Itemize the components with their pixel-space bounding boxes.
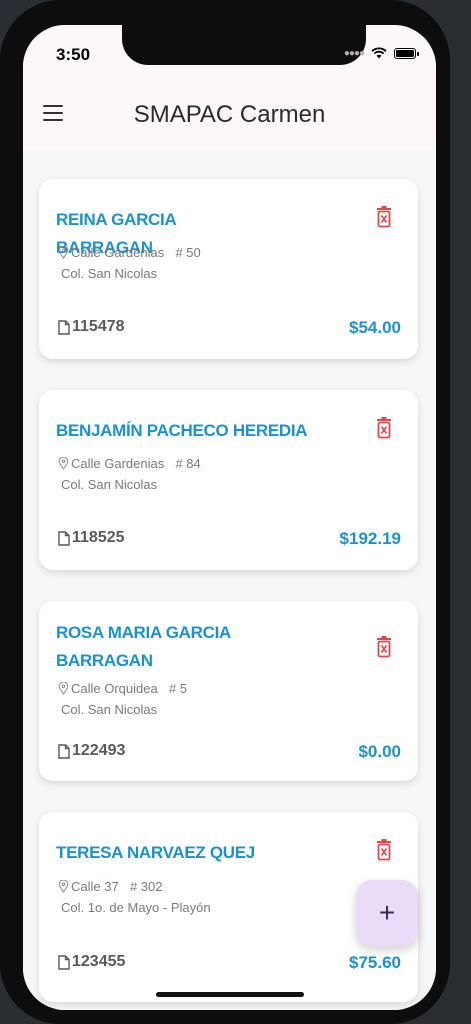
app-title: SMAPAC Carmen [133, 101, 326, 128]
street-number: # 84 [175, 456, 201, 471]
street: Calle Orquidea [71, 681, 158, 696]
street: Calle 37 [71, 879, 119, 894]
location-pin-icon [58, 457, 69, 470]
document-icon [58, 319, 70, 335]
account-number-text: 115478 [72, 318, 125, 335]
street-number: # 302 [129, 879, 163, 894]
account-number: 123455 [58, 953, 125, 971]
trash-icon[interactable] [376, 636, 392, 658]
account-number: 122493 [58, 742, 125, 760]
street: Calle Gardenias [71, 456, 165, 471]
location-pin-icon [58, 682, 69, 695]
colonia: Col. San Nicolas [61, 702, 158, 717]
add-button[interactable]: + [356, 880, 418, 946]
customer-name: ROSA MARIA GARCIA BARRAGAN [56, 623, 231, 670]
document-icon [58, 530, 70, 546]
status-time: 3:50 [56, 45, 91, 64]
account-card[interactable]: BENJAMÍN PACHECO HEREDIA Calle Gardenias… [39, 390, 418, 570]
document-icon [58, 954, 70, 970]
status-icons: ●●●● [343, 47, 419, 59]
account-number-text: 122493 [72, 742, 126, 759]
colonia: Col. San Nicolas [61, 477, 158, 492]
wifi-icon [371, 47, 387, 59]
location-pin-icon [58, 246, 69, 259]
amount: $54.00 [349, 318, 401, 337]
battery-icon [394, 47, 419, 59]
screen: 3:50 ●●●● SMAPAC Carmen REINA GARCIA BAR… [23, 25, 436, 1010]
account-number-text: 123455 [72, 953, 126, 970]
customer-name: BENJAMÍN PACHECO HEREDIA [56, 421, 308, 440]
amount: $75.60 [349, 953, 401, 972]
account-number: 118525 [58, 529, 125, 547]
customer-name: TERESA NARVAEZ QUEJ [56, 843, 255, 862]
device-frame: 3:50 ●●●● SMAPAC Carmen REINA GARCIA BAR… [0, 0, 450, 1024]
trash-icon[interactable] [376, 206, 392, 228]
notch [122, 25, 366, 65]
home-indicator [156, 992, 304, 997]
account-number: 115478 [58, 318, 125, 336]
amount: $192.19 [339, 529, 401, 548]
trash-icon[interactable] [376, 839, 392, 861]
document-icon [58, 743, 70, 759]
street-number: # 5 [168, 681, 188, 696]
trash-icon[interactable] [376, 417, 392, 439]
address: Calle Gardenias # 84 Col. San Nicolas [58, 453, 201, 495]
address: Calle 37 # 302 Col. 1o. de Mayo - Playón [58, 876, 211, 918]
account-card[interactable]: REINA GARCIA BARRAGAN Calle Gardenias # … [39, 179, 418, 359]
colonia: Col. 1o. de Mayo - Playón [61, 900, 211, 915]
street-number: # 50 [175, 245, 201, 260]
account-number-text: 118525 [72, 529, 125, 546]
colonia: Col. San Nicolas [61, 266, 158, 281]
amount: $0.00 [358, 742, 401, 761]
address: Calle Gardenias # 50 Col. San Nicolas [58, 242, 201, 284]
street: Calle Gardenias [71, 245, 165, 260]
address: Calle Orquidea # 5 Col. San Nicolas [58, 678, 187, 720]
location-pin-icon [58, 880, 69, 893]
account-card[interactable]: ROSA MARIA GARCIA BARRAGAN Calle Orquide… [39, 601, 418, 781]
signal-icon: ●●●● [343, 47, 365, 59]
